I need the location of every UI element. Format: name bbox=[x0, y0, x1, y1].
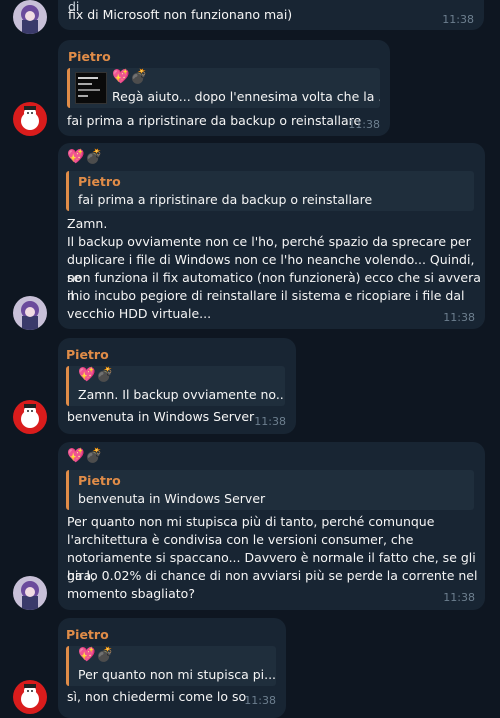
reply-preview[interactable]: Pietro fai prima a ripristinare da backu… bbox=[66, 171, 474, 211]
message-text-line: Per quanto non mi stupisca più di tanto,… bbox=[67, 514, 435, 529]
message-text: sì, non chiedermi come lo so bbox=[67, 689, 247, 704]
user-avatar[interactable] bbox=[13, 576, 47, 610]
reply-text: Zamn. Il backup ovviamente no... bbox=[78, 387, 285, 402]
message-text: fai prima a ripristinare da backup o rei… bbox=[67, 113, 362, 128]
reply-text: fai prima a ripristinare da backup o rei… bbox=[78, 192, 373, 207]
pietro-avatar[interactable] bbox=[13, 102, 47, 136]
message-text-line: Zamn. bbox=[67, 216, 108, 231]
reply-emoji: 💖💣 bbox=[78, 647, 115, 663]
message-time: 11:38 bbox=[443, 591, 475, 604]
message-bubble[interactable]: 💖💣 Pietro fai prima a ripristinare da ba… bbox=[58, 143, 485, 329]
message-bubble[interactable]: chiedevo prima se davvero funzionerà, pe… bbox=[58, 0, 484, 30]
pietro-avatar[interactable] bbox=[13, 400, 47, 434]
reply-text: benvenuta in Windows Server bbox=[78, 491, 266, 506]
reply-preview[interactable]: Pietro benvenuta in Windows Server bbox=[66, 470, 474, 510]
user-avatar[interactable] bbox=[13, 0, 47, 34]
message-text-line: l'architettura è condivisa con le versio… bbox=[67, 532, 414, 547]
reply-text: Regà aiuto... dopo l'ennesima volta che … bbox=[112, 89, 380, 104]
message-bubble[interactable]: Pietro 💖💣 Per quanto non mi stupisca pi.… bbox=[58, 618, 286, 718]
reply-text: Per quanto non mi stupisca pi... bbox=[78, 667, 276, 682]
message-text-line: mio incubo pegiore di reinstallare il si… bbox=[67, 288, 465, 303]
message-time: 11:38 bbox=[244, 694, 276, 707]
message-bubble[interactable]: Pietro 💖💣 Zamn. Il backup ovviamente no.… bbox=[58, 338, 296, 434]
message-text-line: ha lo 0.02% di chance di non avviarsi pi… bbox=[67, 568, 478, 583]
reply-preview[interactable]: 💖💣 Zamn. Il backup ovviamente no... bbox=[66, 366, 285, 406]
message-text-line: vecchio HDD virtuale... bbox=[67, 306, 212, 321]
message-text: benvenuta in Windows Server bbox=[67, 409, 255, 424]
message-time: 11:38 bbox=[442, 13, 474, 26]
sender-name: Pietro bbox=[66, 347, 109, 362]
message-text-line: momento sbagliato? bbox=[67, 586, 195, 601]
reaction-emoji: 💖💣 bbox=[67, 448, 104, 464]
message-time: 11:38 bbox=[254, 415, 286, 428]
message-text-line: Il backup ovviamente non ce l'ho, perché… bbox=[67, 234, 471, 249]
message-text-line: fix di Microsoft non funzionano mai) bbox=[68, 7, 293, 22]
reply-emoji: 💖💣 bbox=[78, 367, 115, 383]
user-avatar[interactable] bbox=[13, 296, 47, 330]
reply-preview[interactable]: 💖💣 Per quanto non mi stupisca pi... bbox=[66, 646, 276, 686]
reply-thumbnail bbox=[75, 72, 107, 104]
pietro-avatar[interactable] bbox=[13, 680, 47, 714]
reply-preview[interactable]: 💖💣 Regà aiuto... dopo l'ennesima volta c… bbox=[67, 68, 380, 108]
reaction-emoji: 💖💣 bbox=[67, 149, 104, 165]
message-time: 11:38 bbox=[443, 311, 475, 324]
message-bubble[interactable]: Pietro 💖💣 Regà aiuto... dopo l'ennesima … bbox=[58, 40, 390, 136]
reply-sender: Pietro bbox=[78, 174, 121, 189]
reply-sender: Pietro bbox=[78, 473, 121, 488]
message-time: 11:38 bbox=[348, 118, 380, 131]
sender-name: Pietro bbox=[68, 49, 111, 64]
reply-emoji: 💖💣 bbox=[112, 69, 149, 85]
message-bubble[interactable]: 💖💣 Pietro benvenuta in Windows Server Pe… bbox=[58, 442, 485, 610]
sender-name: Pietro bbox=[66, 627, 109, 642]
